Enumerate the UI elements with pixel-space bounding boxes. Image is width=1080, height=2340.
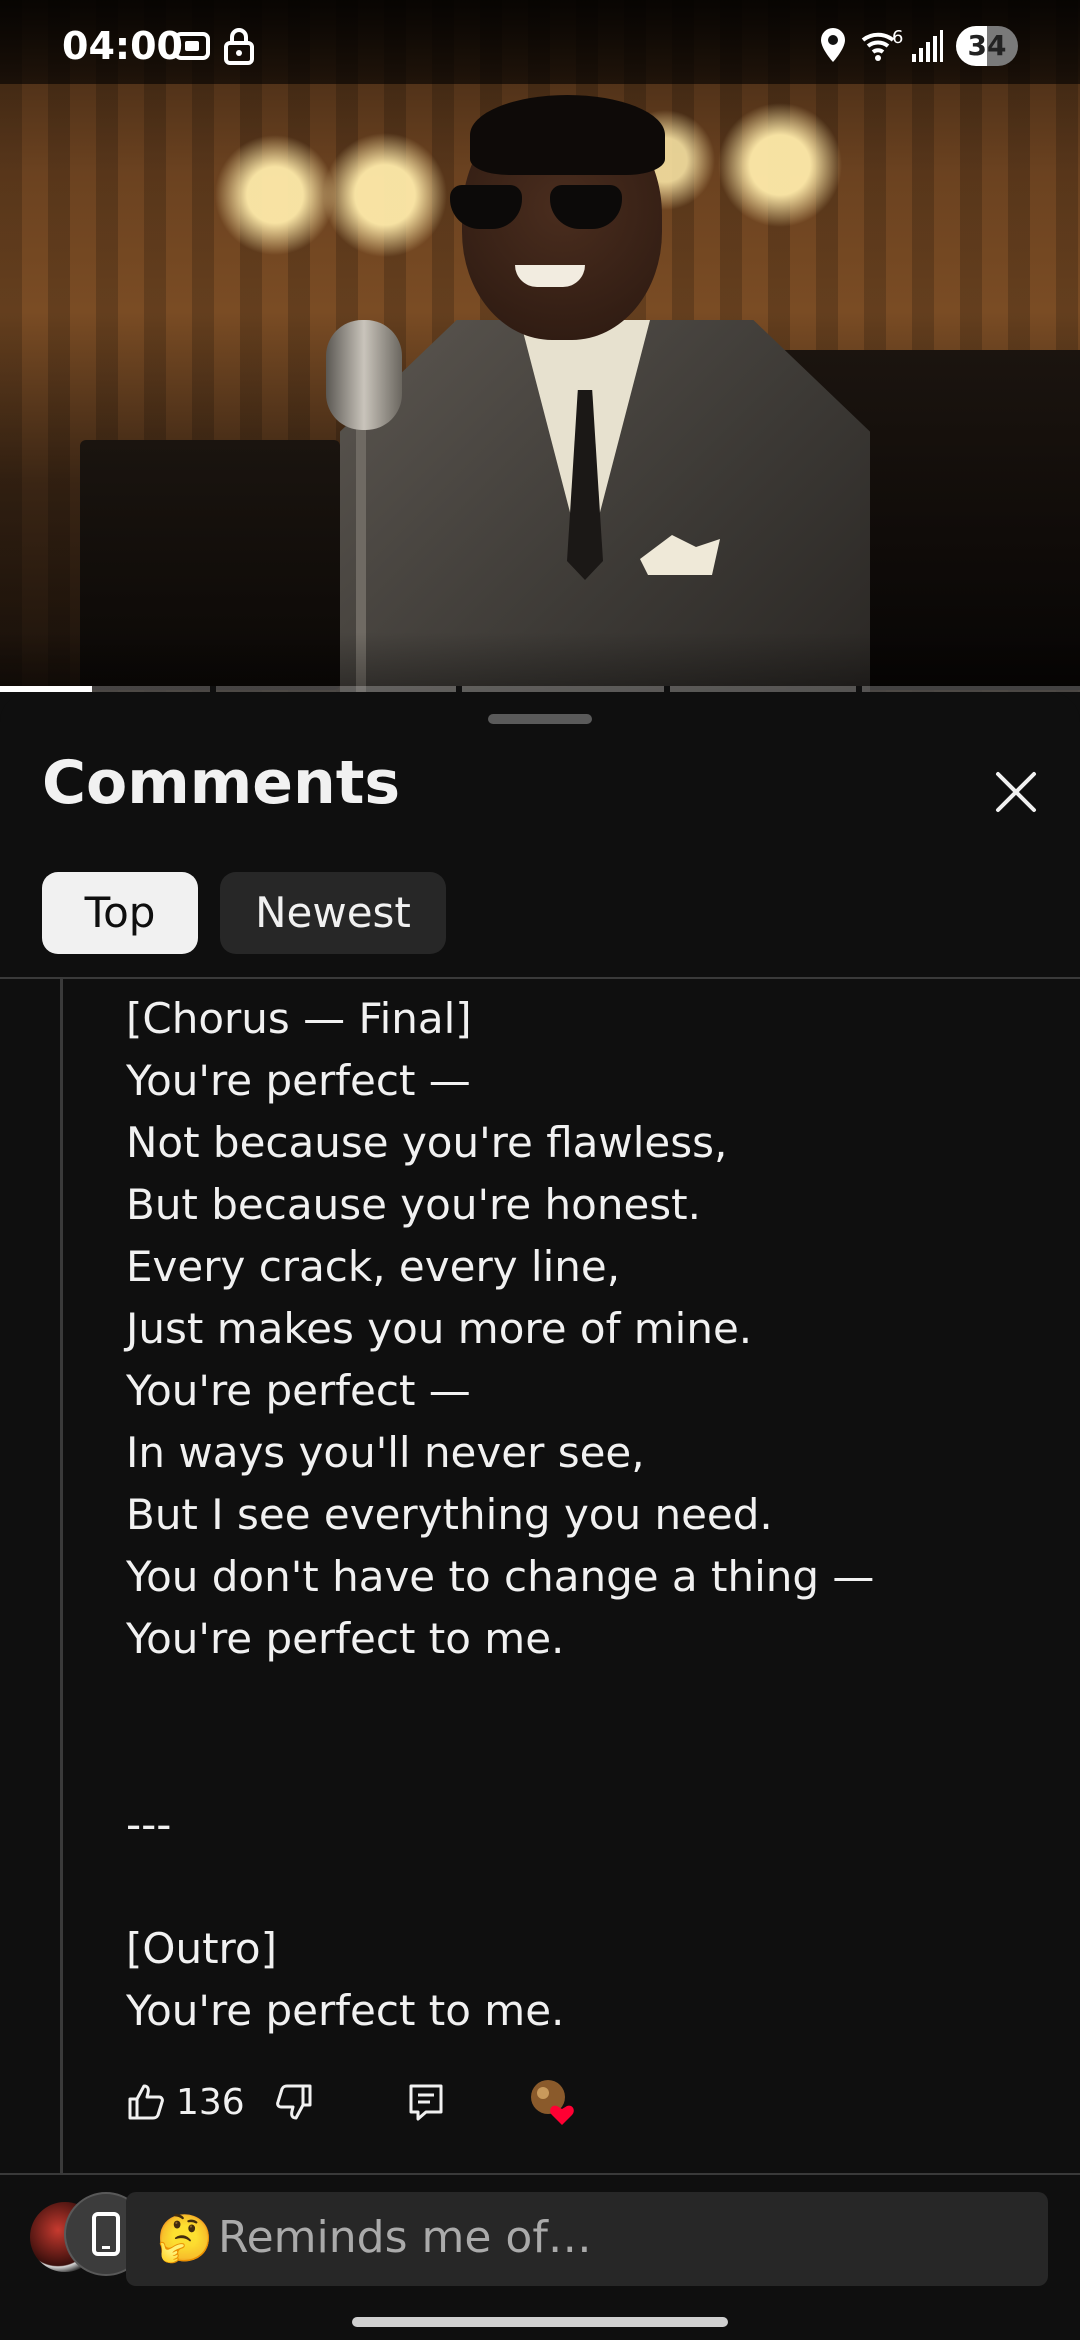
reply-icon <box>409 2084 443 2121</box>
thumbs-up-icon <box>128 2084 164 2120</box>
chapter-marker <box>664 686 670 692</box>
comment-line: You're perfect — <box>126 1366 471 1415</box>
filter-chip-top[interactable]: Top <box>42 872 198 954</box>
battery-indicator: 34 <box>956 26 1018 66</box>
comment-line: [Outro] <box>126 1924 277 1973</box>
thumbs-down-icon <box>276 2084 312 2120</box>
video-player[interactable] <box>0 0 1080 692</box>
comment-line: You're perfect to me. <box>126 1614 565 1663</box>
singer-smile <box>515 265 585 287</box>
chapter-marker <box>210 686 216 692</box>
status-bar: 04:00 6 34 <box>0 0 1080 84</box>
dislike-button[interactable] <box>274 2072 314 2132</box>
close-icon <box>996 772 1036 812</box>
filter-chip-newest[interactable]: Newest <box>220 872 446 954</box>
sheet-title: Comments <box>42 748 401 818</box>
screenshot-icon <box>172 26 212 75</box>
chapter-marker <box>456 686 462 692</box>
sunglasses <box>450 185 625 233</box>
comment-line: You don't have to change a thing — <box>126 1552 875 1601</box>
comment-line <box>126 1670 1046 1732</box>
divider <box>0 2173 1080 2175</box>
video-progress-bar[interactable] <box>0 686 1080 692</box>
like-count: 136 <box>176 2081 245 2123</box>
comment-line: Just makes you more of mine. <box>126 1304 753 1353</box>
status-time: 04:00 <box>62 24 183 68</box>
like-button[interactable]: 136 <box>126 2072 245 2132</box>
comments-sheet: Comments Top Newest [Chorus — Final] You'… <box>0 692 1080 2340</box>
comment-line: [Chorus — Final] <box>126 994 472 1043</box>
comment-line: Not because you're flawless, <box>126 1118 728 1167</box>
comment-line: --- <box>126 1800 172 1849</box>
comment-line: You're perfect to me. <box>126 1986 565 2035</box>
creator-heart <box>528 2072 578 2132</box>
video-shade <box>0 632 1080 692</box>
reply-thread-line <box>60 979 63 2175</box>
thinking-emoji-icon: 🤔 <box>156 2211 214 2265</box>
drag-handle[interactable] <box>488 714 592 724</box>
singer-hair <box>470 95 665 175</box>
wifi-label: 6 <box>892 27 904 48</box>
creator-heart-icon <box>531 2080 574 2125</box>
comment-line <box>126 1856 1046 1918</box>
chapter-marker <box>856 686 862 692</box>
microphone <box>326 320 402 430</box>
lock-icon <box>222 26 256 75</box>
comment-line <box>126 1732 1046 1794</box>
comment-line: But because you're honest. <box>126 1180 701 1229</box>
comment-line: You're perfect — <box>126 1056 471 1105</box>
divider <box>0 977 1080 979</box>
comment-line: Every crack, every line, <box>126 1242 621 1291</box>
comment-text: [Chorus — Final] You're perfect — Not beca… <box>126 988 1046 2042</box>
video-progress-fill <box>0 686 92 692</box>
signal-icon <box>910 26 944 75</box>
close-button[interactable] <box>988 764 1044 820</box>
location-icon <box>818 26 848 75</box>
comment-line: But I see everything you need. <box>126 1490 773 1539</box>
home-indicator[interactable] <box>352 2317 728 2327</box>
wifi-icon: 6 <box>860 26 903 75</box>
reply-button[interactable] <box>406 2072 446 2132</box>
comment-actions: 136 <box>126 2072 826 2132</box>
comment-input-placeholder: Reminds me of… <box>218 2212 592 2263</box>
comment-input[interactable]: 🤔 Reminds me of… <box>126 2192 1048 2286</box>
comment-composer: 🤔 Reminds me of… <box>0 2192 1080 2292</box>
comment-line: In ways you'll never see, <box>126 1428 645 1477</box>
